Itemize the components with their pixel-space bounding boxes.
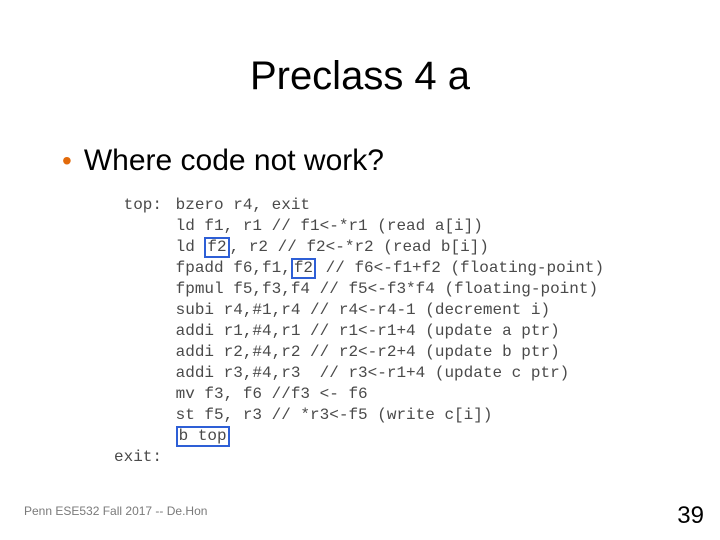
instr-fpmul: fpmul f5,f3,f4 // f5<-f3*f4 (floating-po… [176,280,598,298]
instr-bzero: bzero r4, exit [176,196,310,214]
slide-title: Preclass 4 a [0,54,720,99]
instr-mv: mv f3, f6 //f3 <- f6 [176,385,368,403]
instr-ld-f2-post: , r2 // f2<-*r2 (read b[i]) [230,238,489,256]
bullet-item: • Where code not work? [62,144,384,178]
instr-addi-r3: addi r3,#4,r3 // r3<-r1+4 (update c ptr) [176,364,570,382]
highlight-f2-def: f2 [204,237,229,258]
instr-ld-f1: ld f1, r1 // f1<-*r1 (read a[i]) [176,217,483,235]
highlight-f2-use: f2 [291,258,316,279]
instr-fpadd-pre: fpadd f6,f1, [176,259,291,277]
page-number: 39 [677,502,704,530]
instr-addi-r1: addi r1,#4,r1 // r1<-r1+4 (update a ptr) [176,322,560,340]
slide-footer: Penn ESE532 Fall 2017 -- De.Hon [24,504,207,518]
instr-subi: subi r4,#1,r4 // r4<-r4-1 (decrement i) [176,301,550,319]
bullet-dot-icon: • [62,144,72,178]
instr-addi-r2: addi r2,#4,r2 // r2<-r2+4 (update b ptr) [176,343,560,361]
bullet-text: Where code not work? [84,144,384,178]
instr-st: st f5, r3 // *r3<-f5 (write c[i]) [176,406,493,424]
highlight-branch: b top [176,426,230,447]
label-top: top: [108,195,166,216]
instr-fpadd-post: // f6<-f1+f2 (floating-point) [316,259,604,277]
label-exit: exit: [108,447,166,468]
slide: Preclass 4 a • Where code not work? top:… [0,0,720,540]
instr-ld-f2-pre: ld [176,238,205,256]
code-listing: top: bzero r4, exit ld f1, r1 // f1<-*r1… [108,195,604,468]
